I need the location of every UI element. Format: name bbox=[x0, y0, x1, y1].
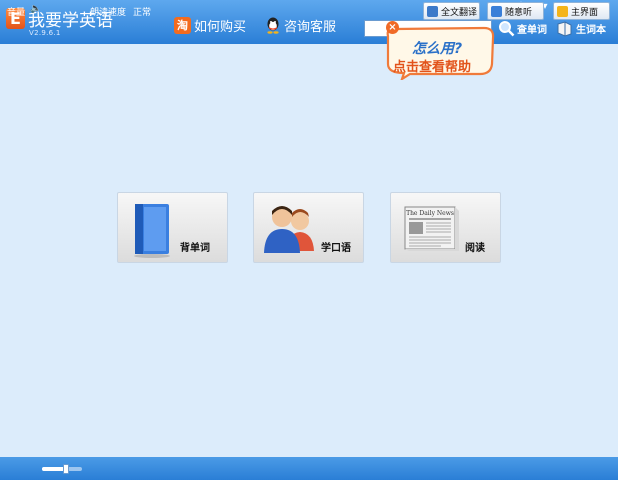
help-bubble-line1: 怎么用? bbox=[412, 41, 463, 57]
magnifier-icon bbox=[499, 21, 515, 37]
tile-label-spoken: 学口语 bbox=[321, 243, 351, 254]
tile-label-memorize: 背单词 bbox=[180, 243, 210, 254]
main-screen-button[interactable]: 主界面 bbox=[553, 2, 610, 20]
how-to-buy-link[interactable]: 淘 如何购买 bbox=[174, 15, 246, 35]
main-screen-label: 主界面 bbox=[571, 7, 599, 18]
newspaper-icon: The Daily News bbox=[404, 206, 459, 251]
tile-spoken-english[interactable]: 学口语 bbox=[253, 192, 364, 263]
help-bubble-line2: 点击查看帮助 bbox=[393, 60, 472, 75]
volume-slider-handle[interactable] bbox=[63, 464, 69, 474]
status-bar bbox=[0, 457, 618, 480]
vocab-book-label: 生词本 bbox=[576, 25, 606, 36]
reading-speed-value[interactable]: 正常 bbox=[133, 5, 151, 18]
free-listen-label: 随意听 bbox=[505, 7, 533, 18]
translate-icon bbox=[427, 5, 438, 17]
people-icon bbox=[264, 206, 314, 253]
svg-text:The Daily News: The Daily News bbox=[406, 210, 454, 217]
vocab-book-button[interactable]: 生词本 bbox=[556, 20, 606, 37]
full-translate-label: 全文翻译 bbox=[441, 7, 478, 18]
volume-slider[interactable] bbox=[42, 464, 82, 474]
tile-memorize-words[interactable]: 背单词 bbox=[117, 192, 228, 263]
close-bubble-icon[interactable]: × bbox=[386, 21, 399, 34]
customer-service-label: 咨询客服 bbox=[284, 19, 337, 35]
lookup-word-label: 查单词 bbox=[517, 25, 547, 36]
volume-label: 音量 bbox=[7, 8, 26, 18]
reading-speed-label: 朗读速度 bbox=[90, 8, 127, 18]
vocab-book-icon bbox=[557, 21, 572, 37]
customer-service-link[interactable]: 咨询客服 bbox=[265, 15, 336, 35]
tile-reading[interactable]: The Daily News 阅读 bbox=[390, 192, 501, 263]
free-listen-button[interactable]: 随意听 bbox=[487, 2, 544, 20]
speaker-icon[interactable]: 🔈 bbox=[30, 4, 41, 14]
book-icon bbox=[134, 204, 170, 258]
full-translate-button[interactable]: 全文翻译 bbox=[423, 2, 480, 20]
how-to-buy-label: 如何购买 bbox=[194, 19, 247, 35]
taobao-icon: 淘 bbox=[174, 16, 191, 34]
headphone-icon bbox=[491, 5, 502, 17]
app-version: V2.9.6.1 bbox=[29, 29, 61, 37]
tile-label-reading: 阅读 bbox=[465, 243, 485, 254]
lookup-word-button[interactable]: 查单词 bbox=[498, 20, 547, 37]
qq-icon bbox=[267, 17, 279, 34]
star-icon bbox=[557, 5, 568, 17]
